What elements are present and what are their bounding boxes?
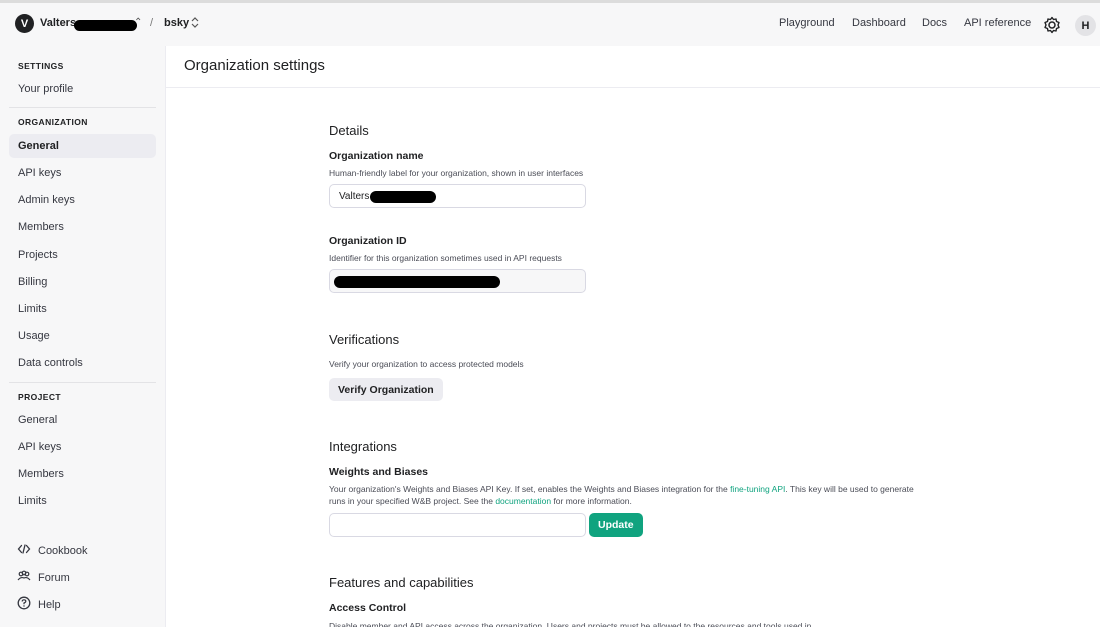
documentation-link[interactable]: documentation xyxy=(495,496,551,506)
sidebar-item-project-members[interactable]: Members xyxy=(18,468,64,480)
sidebar-help[interactable]: Help xyxy=(17,596,61,613)
integrations-heading: Integrations xyxy=(329,439,397,454)
sidebar-item-data-controls[interactable]: Data controls xyxy=(18,357,83,369)
redaction-bar xyxy=(74,20,137,31)
sidebar-forum-label: Forum xyxy=(38,571,70,584)
sidebar-item-project-limits[interactable]: Limits xyxy=(18,495,47,507)
sidebar-cookbook[interactable]: Cookbook xyxy=(17,542,88,559)
sidebar-section-project: PROJECT xyxy=(18,392,61,402)
sidebar-divider xyxy=(9,382,156,383)
nav-playground[interactable]: Playground xyxy=(779,17,835,29)
sidebar: SETTINGS Your profile ORGANIZATION Gener… xyxy=(0,46,165,627)
org-id-field[interactable] xyxy=(329,269,586,293)
code-icon xyxy=(17,542,31,559)
page-title: Organization settings xyxy=(184,57,325,74)
user-avatar[interactable]: H xyxy=(1075,15,1096,36)
sidebar-item-admin-keys[interactable]: Admin keys xyxy=(18,194,75,206)
update-button[interactable]: Update xyxy=(589,513,643,537)
nav-api-reference[interactable]: API reference xyxy=(964,17,1031,29)
sidebar-item-billing[interactable]: Billing xyxy=(18,276,47,288)
wandb-help-text: Your organization's Weights and Biases A… xyxy=(329,484,731,494)
sidebar-item-projects[interactable]: Projects xyxy=(18,249,58,261)
chevron-updown-icon[interactable] xyxy=(191,17,199,31)
redaction-bar xyxy=(334,276,500,288)
project-switcher-name[interactable]: bsky xyxy=(164,17,189,29)
wandb-help-text: for more information. xyxy=(551,496,632,506)
wandb-api-key-input[interactable] xyxy=(329,513,586,537)
sidebar-cookbook-label: Cookbook xyxy=(38,544,88,557)
access-control-help: Disable member and API access across the… xyxy=(329,621,821,627)
top-bar: V Valters ⌃ / bsky Playground Dashboard … xyxy=(0,0,1100,46)
sidebar-item-org-members[interactable]: Members xyxy=(18,221,64,233)
people-icon xyxy=(17,569,31,586)
verifications-help: Verify your organization to access prote… xyxy=(329,359,524,369)
main-panel: Organization settings Details Organizati… xyxy=(165,46,1100,627)
org-name-help: Human-friendly label for your organizati… xyxy=(329,168,584,178)
page-header: Organization settings xyxy=(166,46,1100,88)
org-name-label: Organization name xyxy=(329,150,424,162)
org-avatar[interactable]: V xyxy=(15,14,34,33)
wandb-help: Your organization's Weights and Biases A… xyxy=(329,483,929,507)
chevron-updown-icon[interactable]: ⌃ xyxy=(134,17,142,28)
features-heading: Features and capabilities xyxy=(329,575,474,590)
gear-icon[interactable] xyxy=(1042,15,1062,35)
sidebar-item-org-general[interactable]: General xyxy=(18,140,59,152)
nav-docs[interactable]: Docs xyxy=(922,17,947,29)
org-switcher-name[interactable]: Valters xyxy=(40,17,76,29)
sidebar-item-project-api-keys[interactable]: API keys xyxy=(18,441,61,453)
org-id-help: Identifier for this organization sometim… xyxy=(329,253,562,263)
sidebar-forum[interactable]: Forum xyxy=(17,569,70,586)
sidebar-item-usage[interactable]: Usage xyxy=(18,330,50,342)
org-name-input[interactable]: Valters xyxy=(329,184,586,208)
sidebar-section-organization: ORGANIZATION xyxy=(18,117,88,127)
verifications-heading: Verifications xyxy=(329,332,400,347)
verify-organization-button[interactable]: Verify Organization xyxy=(329,378,443,401)
sidebar-item-org-limits[interactable]: Limits xyxy=(18,303,47,315)
org-name-value: Valters xyxy=(339,190,370,202)
help-circle-icon xyxy=(17,596,31,613)
sidebar-divider xyxy=(9,107,156,108)
sidebar-item-project-general[interactable]: General xyxy=(18,414,57,426)
sidebar-item-org-api-keys[interactable]: API keys xyxy=(18,167,61,179)
sidebar-item-your-profile[interactable]: Your profile xyxy=(18,83,73,95)
redaction-bar xyxy=(370,191,436,203)
wandb-label: Weights and Biases xyxy=(329,466,429,478)
sidebar-section-settings: SETTINGS xyxy=(18,61,64,71)
org-id-label: Organization ID xyxy=(329,235,407,247)
access-control-label: Access Control xyxy=(329,602,407,614)
fine-tuning-api-link[interactable]: fine-tuning API xyxy=(730,484,785,494)
sidebar-help-label: Help xyxy=(38,598,61,611)
details-heading: Details xyxy=(329,123,369,138)
nav-dashboard[interactable]: Dashboard xyxy=(852,17,906,29)
breadcrumb-separator: / xyxy=(150,17,154,29)
